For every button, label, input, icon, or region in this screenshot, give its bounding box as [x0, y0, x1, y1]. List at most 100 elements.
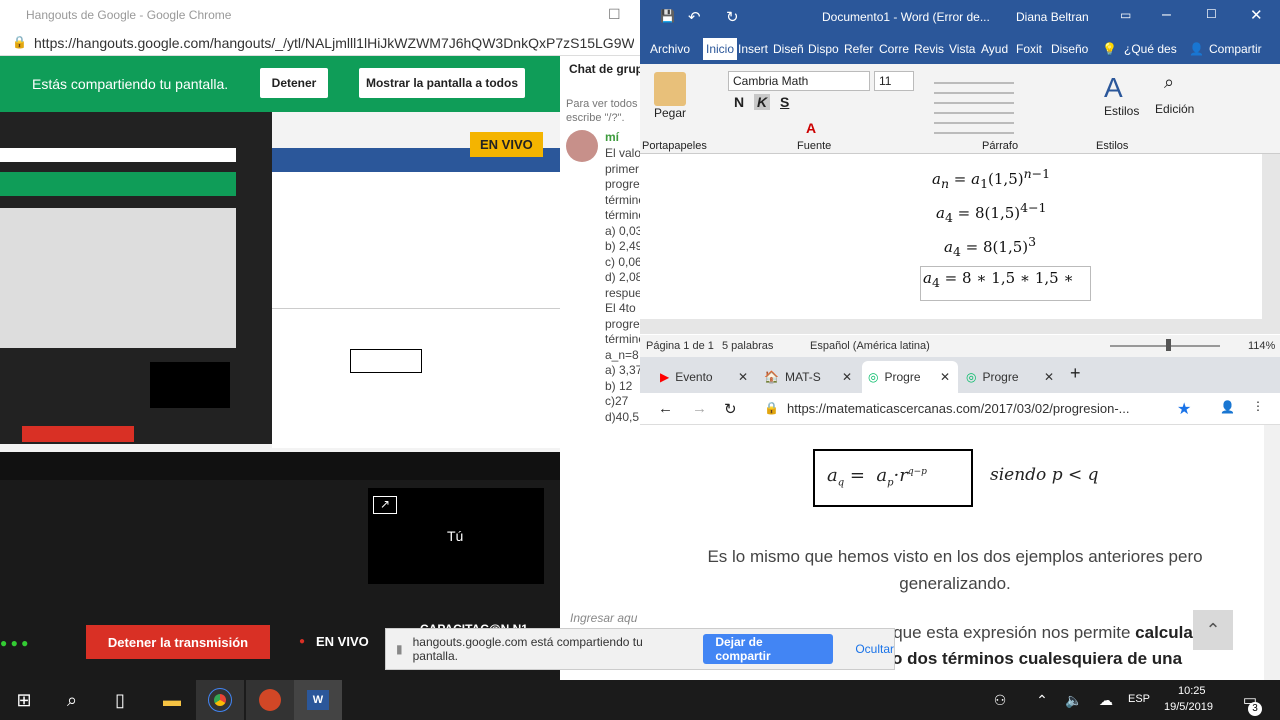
- page-scrollbar[interactable]: [1264, 425, 1280, 680]
- font-size-select[interactable]: 11: [874, 71, 914, 91]
- bookmark-star-icon[interactable]: ★: [1177, 399, 1191, 419]
- underline-icon[interactable]: S: [780, 94, 789, 110]
- paste-button[interactable]: Pegar: [654, 106, 686, 120]
- document-area: an = a1(1,5)n−1 a4 = 8(1,5)4−1 a4 = 8(1,…: [640, 154, 1280, 334]
- equation-3[interactable]: a4 = 8(1,5)3: [944, 234, 1036, 259]
- tab-evento[interactable]: ▶ Evento ✕: [660, 361, 756, 393]
- word-title: Documento1 - Word (Error de...: [822, 10, 990, 24]
- address-bar[interactable]: 🔒 https://hangouts.google.com/hangouts/_…: [0, 30, 640, 56]
- chat-line: a) 0,03: [605, 223, 640, 238]
- user-share-icon[interactable]: 👤: [1189, 42, 1204, 56]
- stop-share-button[interactable]: Detener: [260, 68, 328, 98]
- italic-icon[interactable]: K: [754, 94, 771, 110]
- ribbon-tab-0[interactable]: Archivo: [650, 42, 690, 56]
- input-language[interactable]: ESP: [1128, 693, 1150, 705]
- back-icon[interactable]: ←: [658, 400, 673, 417]
- ribbon-tab-9[interactable]: Ayud: [981, 42, 1008, 56]
- ribbon-tab-8[interactable]: Vista: [949, 42, 975, 56]
- page-count: Página 1 de 1: [646, 340, 714, 352]
- equation-1[interactable]: an = a1(1,5)n−1: [932, 166, 1050, 191]
- word-icon[interactable]: W: [294, 680, 342, 720]
- ribbon-tab-11[interactable]: Diseño: [1051, 42, 1088, 56]
- show-all-button[interactable]: Mostrar la pantalla a todos: [359, 68, 525, 98]
- group-paragraph: Párrafo: [982, 140, 1019, 152]
- paste-icon[interactable]: [654, 72, 686, 106]
- browser-toolbar: ← → ↻ 🔒 https://matematicascercanas.com/…: [640, 393, 1280, 425]
- people-icon[interactable]: ⚇: [976, 680, 1024, 720]
- clock-time[interactable]: 10:25: [1178, 685, 1206, 697]
- share-button[interactable]: Compartir: [1209, 42, 1262, 56]
- tab-mat[interactable]: 🏠 MAT-S ✕: [764, 361, 860, 393]
- zoom-slider[interactable]: [1110, 345, 1220, 347]
- word-maximize-icon[interactable]: ☐: [1206, 7, 1217, 21]
- file-explorer-icon[interactable]: ▬: [148, 680, 196, 720]
- preview-browser: [272, 308, 560, 448]
- maximize-icon[interactable]: ☐: [608, 6, 621, 23]
- chat-title: Chat de grupo: [569, 62, 640, 76]
- share-message: Estás compartiendo tu pantalla.: [32, 76, 229, 92]
- menu-icon[interactable]: ⋮: [1252, 399, 1264, 413]
- stop-sharing-button[interactable]: Dejar de compartir: [703, 634, 834, 664]
- ribbon-tab-5[interactable]: Refer: [844, 42, 873, 56]
- paragraph-tools-icon[interactable]: [934, 74, 1014, 134]
- clock-date[interactable]: 19/5/2019: [1164, 701, 1213, 713]
- preview-stop: [22, 426, 134, 442]
- windows-start-icon[interactable]: ⊞: [0, 680, 48, 720]
- font-name-select[interactable]: Cambria Math: [728, 71, 870, 91]
- ribbon-tab-6[interactable]: Corre: [879, 42, 909, 56]
- browser-url[interactable]: https://matematicascercanas.com/2017/03/…: [787, 401, 1130, 416]
- live-bottom-label: EN VIVO: [316, 634, 369, 649]
- edit-button[interactable]: Edición: [1155, 102, 1194, 116]
- task-view-icon[interactable]: ▯: [96, 680, 144, 720]
- url-text[interactable]: https://hangouts.google.com/hangouts/_/y…: [34, 35, 634, 51]
- document-page[interactable]: an = a1(1,5)n−1 a4 = 8(1,5)4−1 a4 = 8(1,…: [640, 154, 1262, 319]
- stop-broadcast-button[interactable]: Detener la transmisión: [86, 625, 270, 659]
- tell-me-input[interactable]: ¿Qué des: [1124, 42, 1177, 56]
- chat-input[interactable]: Ingresar aqu: [570, 611, 637, 625]
- preview-banner: [0, 172, 236, 196]
- ribbon-tab-1[interactable]: Inicio: [703, 38, 738, 60]
- minimize-icon[interactable]: –: [1162, 6, 1171, 24]
- word-user: Diana Beltran: [1016, 10, 1089, 24]
- save-icon[interactable]: 💾: [660, 9, 675, 23]
- live-badge: EN VIVO: [470, 132, 543, 157]
- scroll-top-button[interactable]: ⌃: [1193, 610, 1233, 650]
- ribbon-display-icon[interactable]: ▭: [1120, 8, 1131, 22]
- redo-icon[interactable]: ↻: [726, 8, 739, 26]
- word-close-icon[interactable]: ✕: [1250, 6, 1263, 24]
- tab-progresion-active[interactable]: ◎ Progre ✕: [862, 361, 958, 393]
- language[interactable]: Español (América latina): [810, 340, 930, 352]
- taskbar: ⊞ ⌕ ▯ ▬ W ⚇ ⌃ 🔈 ☁ ESP 10:25 19/5/2019 ▭ …: [0, 680, 1280, 720]
- tab-progresion-2[interactable]: ◎ Progre ✕: [966, 361, 1062, 393]
- styles-icon[interactable]: A: [1104, 72, 1123, 104]
- ribbon-tab-3[interactable]: Diseñ: [773, 42, 804, 56]
- chat-line: progre: [605, 177, 640, 191]
- new-tab-icon[interactable]: +: [1070, 363, 1081, 384]
- cloud-icon[interactable]: ☁: [1082, 680, 1130, 720]
- ribbon-tab-10[interactable]: Foxit: [1016, 42, 1042, 56]
- equation-4-editing[interactable]: a4 = 8 ∗ 1,5 ∗ 1,5 ∗: [920, 266, 1091, 301]
- tell-me-icon[interactable]: 💡: [1102, 42, 1117, 56]
- secure-lock-icon: 🔒: [764, 401, 779, 415]
- ribbon-tab-2[interactable]: Insert: [738, 42, 768, 56]
- chrome-icon[interactable]: [196, 680, 244, 720]
- equation-2[interactable]: a4 = 8(1,5)4−1: [936, 200, 1047, 225]
- forward-icon[interactable]: →: [692, 400, 707, 417]
- zoom-level: 114%: [1248, 340, 1276, 352]
- profile-icon[interactable]: 👤: [1220, 400, 1235, 414]
- share-screen-icon[interactable]: ↗: [373, 496, 397, 514]
- undo-icon[interactable]: ↶: [688, 8, 701, 26]
- preview-left: [0, 112, 272, 444]
- zoom-thumb[interactable]: [1166, 339, 1171, 351]
- font-color-icon[interactable]: A: [806, 120, 816, 136]
- ribbon-tab-4[interactable]: Dispo: [808, 42, 839, 56]
- search-icon[interactable]: ⌕: [48, 680, 96, 720]
- group-font: Fuente: [797, 140, 832, 152]
- hide-button[interactable]: Ocultar: [855, 642, 894, 656]
- reload-icon[interactable]: ↻: [724, 400, 737, 418]
- ribbon-tab-7[interactable]: Revis: [914, 42, 944, 56]
- styles-button[interactable]: Estilos: [1104, 104, 1139, 118]
- bold-icon[interactable]: N: [734, 94, 744, 110]
- powerpoint-icon[interactable]: [246, 680, 294, 720]
- find-icon[interactable]: ⌕: [1164, 72, 1174, 93]
